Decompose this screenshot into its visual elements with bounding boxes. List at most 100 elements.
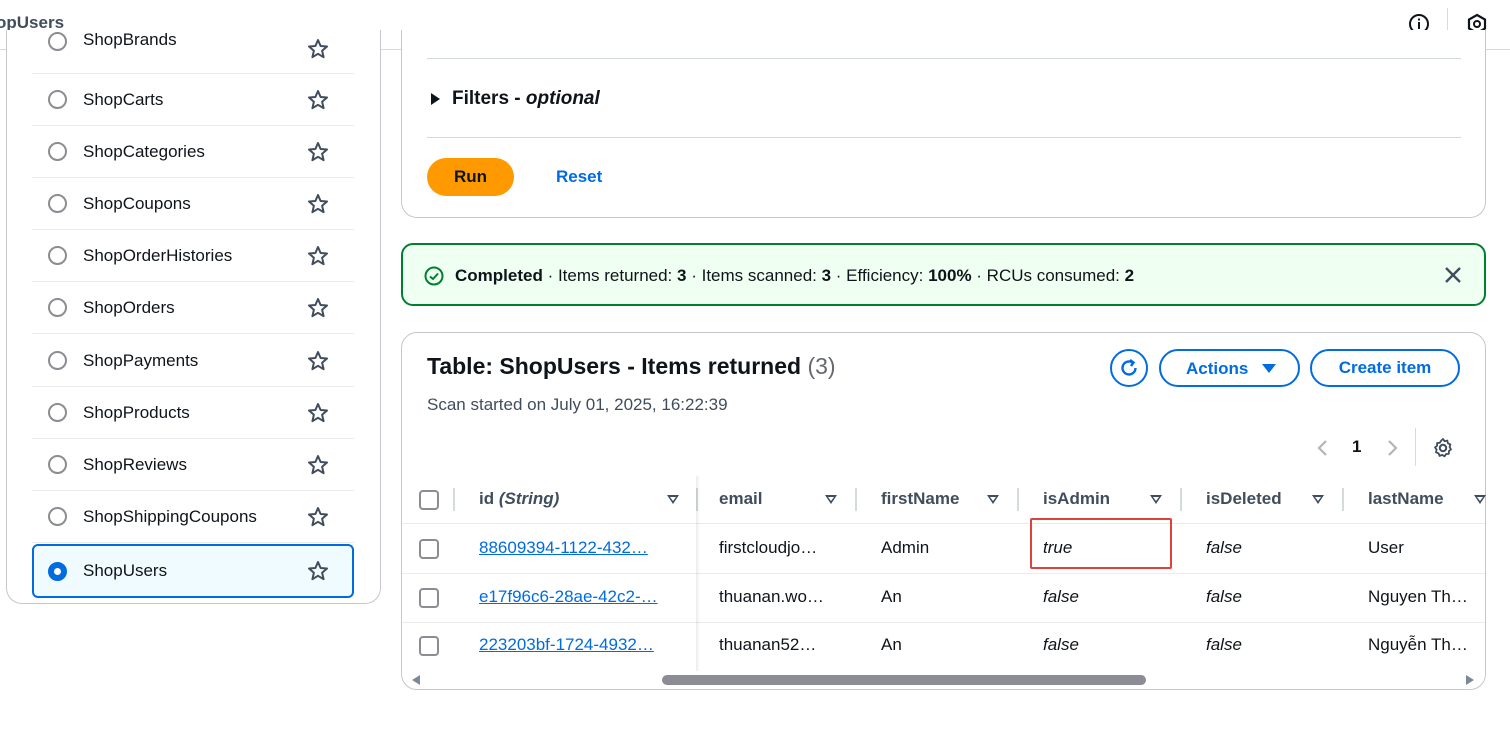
alert-efficiency: 100%	[928, 266, 972, 285]
refresh-button[interactable]	[1110, 349, 1148, 387]
alert-status: Completed	[455, 266, 543, 285]
star-icon[interactable]	[307, 193, 329, 215]
sort-icon[interactable]	[987, 495, 999, 504]
create-item-button[interactable]: Create item	[1310, 349, 1460, 387]
star-icon[interactable]	[307, 350, 329, 372]
next-page-icon[interactable]	[1382, 437, 1402, 459]
cell-firstname: An	[881, 635, 902, 654]
scroll-right-icon[interactable]	[1466, 675, 1474, 685]
radio-button[interactable]	[48, 403, 67, 422]
column-header-email[interactable]: email	[719, 489, 762, 509]
star-icon[interactable]	[307, 454, 329, 476]
sidebar-item-shopcoupons[interactable]: ShopCoupons	[32, 178, 354, 230]
page-number[interactable]: 1	[1352, 437, 1361, 457]
column-id-name: id	[479, 489, 495, 508]
row-checkbox[interactable]	[419, 636, 439, 656]
sidebar-item-shopproducts[interactable]: ShopProducts	[32, 387, 354, 439]
actions-button[interactable]: Actions	[1159, 349, 1300, 387]
actions-label: Actions	[1186, 359, 1249, 378]
star-icon[interactable]	[307, 89, 329, 111]
sidebar-item-shopusers[interactable]: ShopUsers	[32, 544, 354, 598]
sidebar-item-label: ShopPayments	[83, 350, 199, 370]
column-header-firstname[interactable]: firstName	[881, 489, 959, 509]
sidebar-item-shoppayments[interactable]: ShopPayments	[32, 335, 354, 387]
table-title: Table: ShopUsers - Items returned (3)	[427, 353, 836, 380]
select-all-checkbox[interactable]	[419, 490, 439, 510]
cell-isadmin: false	[1043, 635, 1079, 654]
sort-icon[interactable]	[1312, 495, 1324, 504]
star-icon[interactable]	[307, 297, 329, 319]
alert-rcus: 2	[1124, 266, 1135, 285]
reset-button[interactable]: Reset	[556, 167, 602, 187]
star-icon[interactable]	[307, 560, 329, 582]
sidebar-item-shopshippingcoupons[interactable]: ShopShippingCoupons	[32, 491, 354, 543]
star-icon[interactable]	[307, 141, 329, 163]
sidebar-item-label: ShopBrands	[83, 32, 177, 49]
cell-email: thuanan.wo…	[719, 587, 824, 606]
gear-icon[interactable]	[1431, 436, 1455, 460]
cell-isadmin: false	[1043, 587, 1079, 606]
sidebar-item-label: ShopCategories	[83, 141, 205, 161]
cell-email: firstcloudjo…	[719, 538, 818, 557]
radio-button[interactable]	[48, 351, 67, 370]
check-circle-icon	[424, 266, 444, 286]
column-header-isdeleted[interactable]: isDeleted	[1206, 489, 1282, 509]
radio-button[interactable]	[48, 90, 67, 109]
sidebar-item-label: ShopProducts	[83, 402, 190, 422]
radio-button[interactable]	[48, 194, 67, 213]
radio-button[interactable]	[48, 246, 67, 265]
cell-id[interactable]: 88609394-1122-432…	[479, 538, 648, 558]
cell-isdeleted: false	[1206, 635, 1242, 654]
alert-rcus-label: · RCUs consumed:	[971, 266, 1125, 285]
items-count: (3)	[807, 353, 836, 379]
radio-button[interactable]	[48, 507, 67, 526]
sidebar-item-shopcategories[interactable]: ShopCategories	[32, 126, 354, 178]
scrollbar-thumb[interactable]	[662, 675, 1146, 685]
star-icon[interactable]	[307, 38, 329, 60]
sort-icon[interactable]	[1474, 495, 1486, 504]
filters-optional-label: optional	[525, 88, 600, 109]
caret-down-icon	[1262, 364, 1276, 373]
column-id-type: (String)	[498, 489, 560, 508]
column-header-isadmin[interactable]: isAdmin	[1043, 489, 1110, 509]
table-title-text: Table: ShopUsers - Items returned	[427, 353, 802, 379]
close-icon[interactable]	[1442, 264, 1464, 286]
row-checkbox[interactable]	[419, 539, 439, 559]
run-button[interactable]: Run	[427, 158, 514, 196]
sidebar-item-shoporders[interactable]: ShopOrders	[32, 282, 354, 334]
filters-expander[interactable]: Filters - optional	[427, 58, 1461, 138]
sidebar-item-shopbrands[interactable]: ShopBrands	[32, 32, 354, 74]
row-checkbox[interactable]	[419, 588, 439, 608]
cell-isdeleted: false	[1206, 538, 1242, 557]
sidebar-item-label: ShopUsers	[83, 561, 168, 580]
previous-page-icon[interactable]	[1313, 437, 1333, 459]
highlight-box	[1030, 518, 1172, 569]
cell-isdeleted: false	[1206, 587, 1242, 606]
cell-lastname: Nguyễn Th…	[1368, 635, 1468, 654]
radio-button[interactable]	[48, 298, 67, 317]
sort-icon[interactable]	[667, 495, 679, 504]
sidebar-item-label: ShopReviews	[83, 454, 187, 474]
star-icon[interactable]	[307, 245, 329, 267]
sort-icon[interactable]	[825, 495, 837, 504]
star-icon[interactable]	[307, 402, 329, 424]
sidebar-item-shoporderhistories[interactable]: ShopOrderHistories	[32, 230, 354, 282]
column-header-id[interactable]: id (String)	[479, 489, 559, 509]
column-header-lastname[interactable]: lastName	[1368, 489, 1444, 509]
star-icon[interactable]	[307, 506, 329, 528]
radio-button[interactable]	[48, 32, 67, 51]
radio-button[interactable]	[48, 142, 67, 161]
sidebar-item-label: ShopShippingCoupons	[83, 506, 257, 526]
cell-firstname: Admin	[881, 538, 930, 557]
sidebar-item-shopcarts[interactable]: ShopCarts	[32, 74, 354, 126]
sort-icon[interactable]	[1150, 495, 1162, 504]
refresh-icon	[1121, 359, 1137, 376]
scroll-left-icon[interactable]	[412, 675, 420, 685]
cell-lastname: User	[1368, 538, 1404, 557]
cell-id[interactable]: e17f96c6-28ae-42c2-…	[479, 587, 658, 607]
success-alert: Completed · Items returned: 3 · Items sc…	[401, 243, 1486, 306]
radio-button[interactable]	[48, 455, 67, 474]
sidebar-item-shopreviews[interactable]: ShopReviews	[32, 439, 354, 491]
cell-id[interactable]: 223203bf-1724-4932…	[479, 635, 654, 655]
radio-button[interactable]	[48, 561, 67, 581]
